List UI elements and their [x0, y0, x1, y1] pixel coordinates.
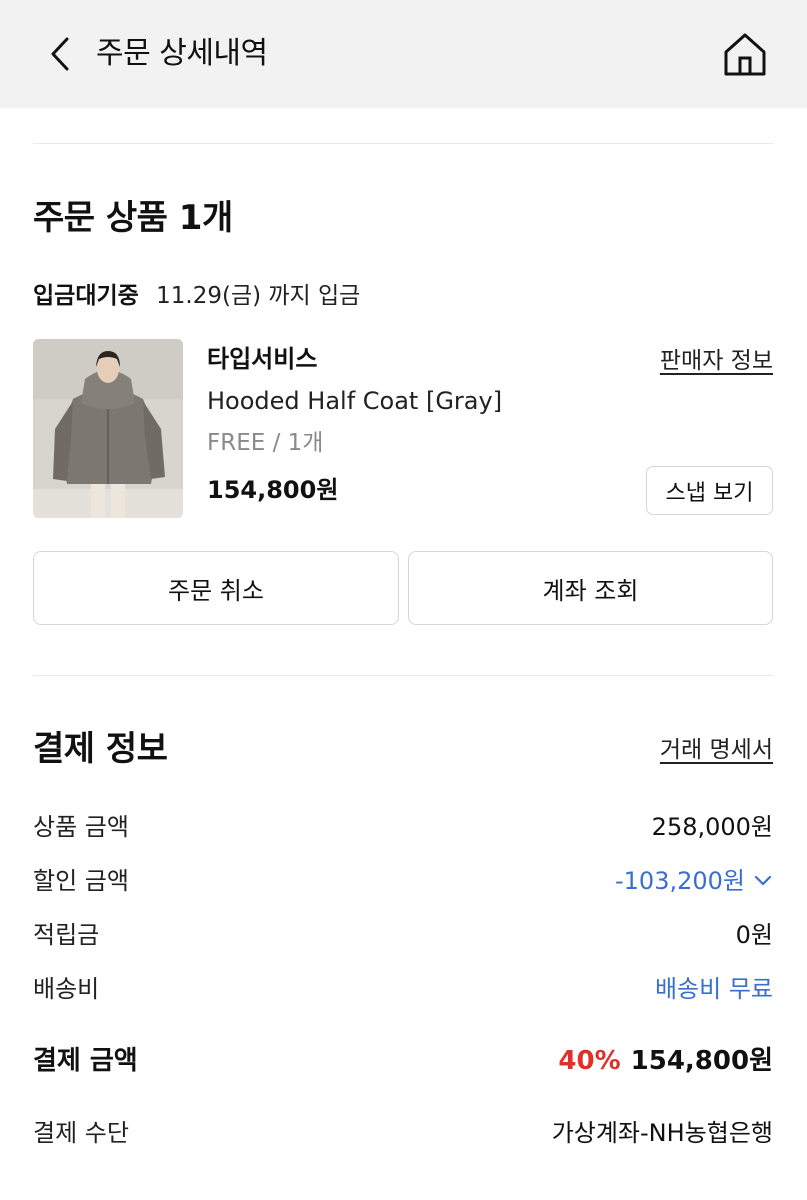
shipping-fee-label: 배송비: [33, 975, 100, 1003]
shipping-fee-value: 배송비 무료: [654, 975, 773, 1003]
product-thumbnail[interactable]: [33, 339, 183, 518]
chevron-down-icon: [754, 875, 772, 886]
payment-status-line: 입금대기중 11.29(금) 까지 입금: [33, 280, 360, 312]
order-section-title: 주문 상품 1개: [33, 198, 233, 238]
snap-view-button[interactable]: 스냅 보기: [646, 466, 773, 515]
page-title: 주문 상세내역: [96, 36, 268, 71]
payment-section-title: 결제 정보: [33, 729, 168, 769]
account-lookup-button[interactable]: 계좌 조회: [408, 551, 773, 625]
transaction-statement-link[interactable]: 거래 명세서: [660, 733, 773, 767]
points-value: 0원: [735, 921, 773, 949]
product-name[interactable]: Hooded Half Coat [Gray]: [207, 384, 502, 418]
product-amount-label: 상품 금액: [33, 813, 129, 841]
total-amount-label: 결제 금액: [33, 1046, 138, 1076]
product-brand[interactable]: 타입서비스: [207, 342, 317, 376]
top-app-bar: 주문 상세내역: [0, 0, 807, 108]
product-image: [33, 339, 183, 518]
discount-amount-value: -103,200원: [615, 867, 745, 895]
back-button[interactable]: [40, 32, 80, 76]
deposit-deadline: 11.29(금) 까지 입금: [156, 283, 361, 309]
cancel-order-button[interactable]: 주문 취소: [33, 551, 399, 625]
seller-info-link[interactable]: 판매자 정보: [660, 344, 773, 378]
payment-method-label: 결제 수단: [33, 1119, 129, 1147]
discount-amount-toggle[interactable]: -103,200원: [615, 864, 773, 898]
divider: [33, 675, 773, 676]
discount-rate: 40%: [558, 1046, 621, 1076]
product-option: FREE / 1개: [207, 430, 324, 456]
product-price: 154,800원: [207, 476, 339, 504]
points-label: 적립금: [33, 921, 100, 949]
home-icon: [724, 33, 766, 76]
divider: [33, 143, 773, 144]
order-status: 입금대기중: [33, 283, 139, 309]
total-amount: 40% 154,800원: [558, 1044, 773, 1078]
home-button[interactable]: [718, 28, 772, 80]
total-amount-value: 154,800원: [630, 1046, 773, 1076]
discount-amount-label: 할인 금액: [33, 867, 129, 895]
product-amount-value: 258,000원: [651, 813, 773, 841]
payment-method-value: 가상계좌-NH농협은행: [551, 1119, 773, 1147]
chevron-left-icon: [51, 37, 69, 71]
